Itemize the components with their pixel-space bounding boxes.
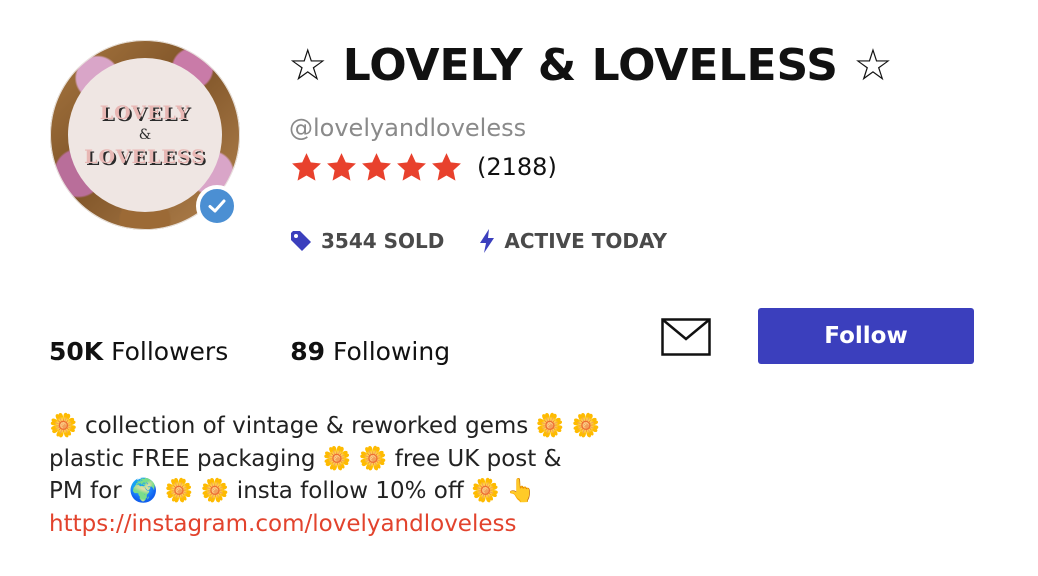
star-icon [292,152,321,181]
price-tag-icon [289,229,313,253]
star-icon [432,152,461,181]
bio-line: PM for 🌍 🌼 🌼 insta follow 10% off 🌼 👆 [49,478,536,504]
avatar-logo-bottom: LOVELESS [84,145,206,168]
following-stat[interactable]: 89 Following [290,337,450,366]
verified-check-icon [196,185,238,227]
sold-label: 3544 SOLD [321,229,445,253]
following-label: Following [332,337,451,366]
activity-status: ACTIVE TODAY [478,228,667,254]
instagram-link[interactable]: https://instagram.com/lovelyandloveless [49,511,516,537]
bio-line: 🌼 collection of vintage & reworked gems … [49,413,601,439]
lightning-bolt-icon [478,228,496,254]
shop-bio: 🌼 collection of vintage & reworked gems … [49,410,689,540]
follow-button[interactable]: Follow [758,308,974,364]
bio-line: plastic FREE packaging 🌼 🌼 free UK post … [49,445,562,472]
star-icon [397,152,426,181]
check-icon [208,199,226,213]
avatar-logo-amp: & [138,126,152,143]
followers-count: 50K [49,337,104,366]
following-count: 89 [290,337,326,366]
shop-handle: @lovelyandloveless [289,114,527,142]
shop-meta: 3544 SOLD ACTIVE TODAY [289,228,667,254]
star-icon [362,152,391,181]
envelope-icon [661,318,711,356]
followers-label: Followers [111,337,229,366]
message-button[interactable] [659,316,713,358]
star-icon [327,152,356,181]
avatar-logo-top: LOVELY [99,101,191,124]
rating[interactable]: (2188) [290,150,557,184]
shop-title: ☆ LOVELY & LOVELESS ☆ [288,40,893,91]
activity-label: ACTIVE TODAY [504,229,668,253]
followers-stat[interactable]: 50K Followers [49,337,228,366]
review-count[interactable]: (2188) [477,153,557,181]
follow-stats: 50K Followers 89 Following [49,337,450,366]
star-rating [290,151,463,184]
avatar-logo: LOVELY & LOVELESS [68,58,222,212]
sold-count: 3544 SOLD [289,229,444,253]
